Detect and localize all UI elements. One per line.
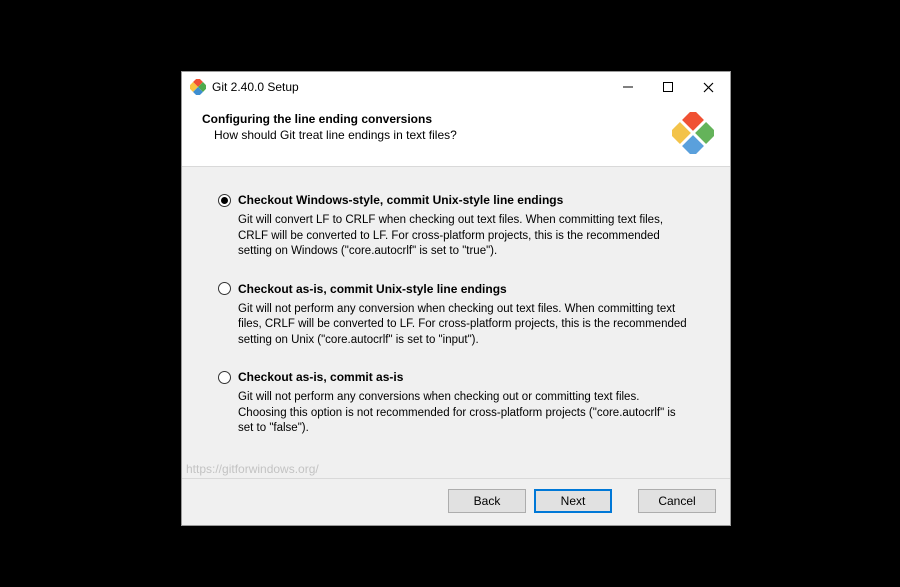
option-label: Checkout as-is, commit Unix-style line e… xyxy=(238,282,507,296)
option-label: Checkout as-is, commit as-is xyxy=(238,370,403,384)
window-controls xyxy=(608,72,728,102)
option-checkout-windows-commit-unix: Checkout Windows-style, commit Unix-styl… xyxy=(218,193,700,260)
option-checkout-asis-commit-unix: Checkout as-is, commit Unix-style line e… xyxy=(218,282,700,349)
back-button[interactable]: Back xyxy=(448,489,526,513)
maximize-button[interactable] xyxy=(648,72,688,102)
page-title: Configuring the line ending conversions xyxy=(202,112,457,126)
minimize-button[interactable] xyxy=(608,72,648,102)
window-title: Git 2.40.0 Setup xyxy=(212,80,608,94)
radio-icon xyxy=(218,282,231,295)
cancel-button[interactable]: Cancel xyxy=(638,489,716,513)
wizard-footer: Back Next Cancel xyxy=(182,478,730,525)
next-button[interactable]: Next xyxy=(534,489,612,513)
radio-row[interactable]: Checkout Windows-style, commit Unix-styl… xyxy=(218,193,700,207)
watermark-link[interactable]: https://gitforwindows.org/ xyxy=(186,462,319,476)
option-description: Git will convert LF to CRLF when checkin… xyxy=(238,213,688,260)
app-icon xyxy=(190,79,206,95)
titlebar: Git 2.40.0 Setup xyxy=(182,72,730,102)
radio-icon xyxy=(218,371,231,384)
option-checkout-asis-commit-asis: Checkout as-is, commit as-is Git will no… xyxy=(218,370,700,437)
git-logo-icon xyxy=(672,112,714,154)
option-description: Git will not perform any conversions whe… xyxy=(238,390,688,437)
wizard-body: Checkout Windows-style, commit Unix-styl… xyxy=(182,167,730,478)
setup-window: Git 2.40.0 Setup Configuring the line en… xyxy=(181,71,731,526)
close-button[interactable] xyxy=(688,72,728,102)
radio-icon xyxy=(218,194,231,207)
radio-row[interactable]: Checkout as-is, commit as-is xyxy=(218,370,700,384)
option-label: Checkout Windows-style, commit Unix-styl… xyxy=(238,193,563,207)
option-description: Git will not perform any conversion when… xyxy=(238,302,688,349)
page-subtitle: How should Git treat line endings in tex… xyxy=(214,128,457,142)
wizard-header: Configuring the line ending conversions … xyxy=(182,102,730,167)
radio-row[interactable]: Checkout as-is, commit Unix-style line e… xyxy=(218,282,700,296)
header-text: Configuring the line ending conversions … xyxy=(202,112,457,142)
